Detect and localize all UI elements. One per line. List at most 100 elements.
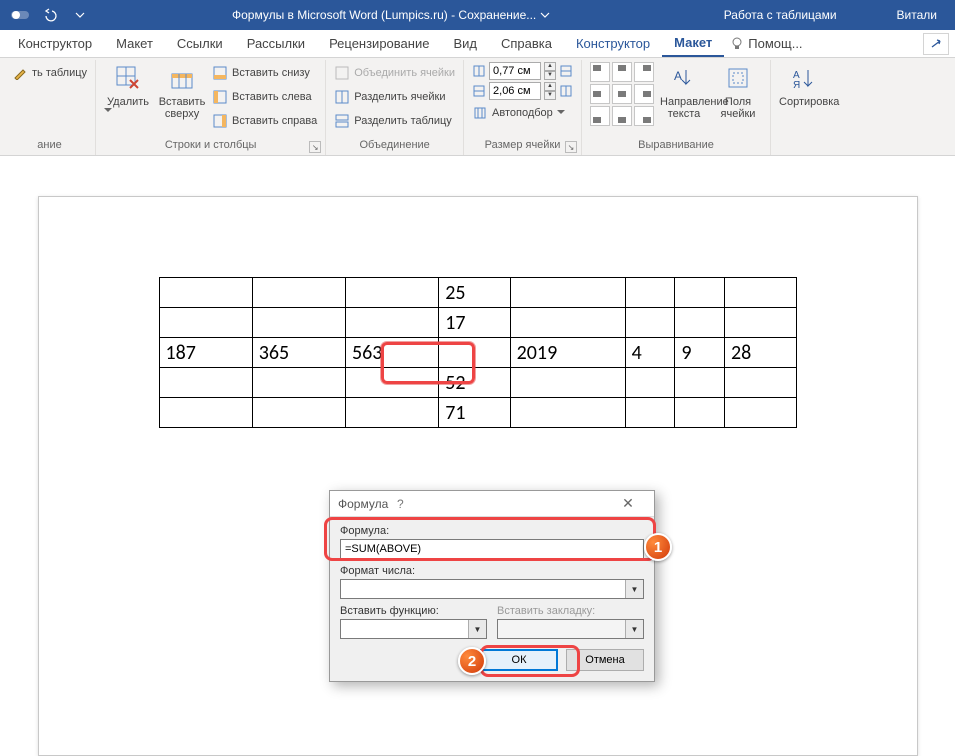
alignment-grid[interactable] xyxy=(590,62,654,126)
user-name[interactable]: Витали xyxy=(897,8,937,22)
table-cell[interactable] xyxy=(345,278,438,308)
number-format-combo[interactable]: ▼ xyxy=(340,579,644,599)
tab-mailings[interactable]: Рассылки xyxy=(235,30,317,57)
table-cell[interactable] xyxy=(439,338,510,368)
split-table-button[interactable]: Разделить таблицу xyxy=(334,110,455,132)
table-cell[interactable]: 71 xyxy=(439,398,510,428)
table-cell[interactable] xyxy=(510,398,625,428)
table-cell[interactable] xyxy=(159,308,252,338)
align-top-right[interactable] xyxy=(634,62,654,82)
table-cell[interactable]: 28 xyxy=(725,338,797,368)
spinner[interactable]: ▲▼ xyxy=(544,62,556,80)
table-cell[interactable] xyxy=(510,278,625,308)
table-cell[interactable]: 4 xyxy=(625,338,675,368)
table-cell[interactable] xyxy=(252,398,345,428)
table-cell[interactable] xyxy=(252,308,345,338)
table-cell[interactable]: 187 xyxy=(159,338,252,368)
row-height-control[interactable]: ▲▼ xyxy=(472,62,573,80)
split-cells-button[interactable]: Разделить ячейки xyxy=(334,86,455,108)
tab-constructor[interactable]: Конструктор xyxy=(6,30,104,57)
table-cell[interactable] xyxy=(725,308,797,338)
tab-table-constructor[interactable]: Конструктор xyxy=(564,30,662,57)
table-cell[interactable] xyxy=(625,278,675,308)
table-cell[interactable] xyxy=(675,308,725,338)
chevron-down-icon: ▼ xyxy=(625,620,643,638)
word-table[interactable]: 2517 187365563 20194928 5271 xyxy=(159,277,797,428)
table-cell[interactable]: 17 xyxy=(439,308,510,338)
tab-table-layout[interactable]: Макет xyxy=(662,30,724,57)
undo-button[interactable] xyxy=(38,4,62,26)
merge-cells-button[interactable]: Объединить ячейки xyxy=(334,62,455,84)
formula-input[interactable] xyxy=(340,539,644,559)
row-height-input[interactable] xyxy=(489,62,541,80)
table-cell[interactable]: 563 xyxy=(345,338,438,368)
table-cell[interactable] xyxy=(252,278,345,308)
table-cell[interactable] xyxy=(345,368,438,398)
draw-table-button[interactable]: ть таблицу xyxy=(12,62,87,84)
autosave-toggle[interactable] xyxy=(8,4,32,26)
distribute-cols-icon[interactable] xyxy=(559,84,573,98)
tab-help[interactable]: Справка xyxy=(489,30,564,57)
table-cell[interactable] xyxy=(725,368,797,398)
table-cell[interactable]: 52 xyxy=(439,368,510,398)
autofit-button[interactable]: Автоподбор xyxy=(472,102,573,124)
spinner[interactable]: ▲▼ xyxy=(544,82,556,100)
table-cell[interactable] xyxy=(625,308,675,338)
qat-customize-icon[interactable] xyxy=(68,4,92,26)
insert-below-button[interactable]: Вставить снизу xyxy=(212,62,317,84)
table-cell[interactable] xyxy=(675,398,725,428)
row-height-icon xyxy=(472,64,486,78)
table-cell[interactable] xyxy=(675,278,725,308)
table-cell[interactable] xyxy=(725,278,797,308)
distribute-rows-icon[interactable] xyxy=(559,64,573,78)
table-cell[interactable] xyxy=(510,308,625,338)
align-bot-center[interactable] xyxy=(612,106,632,126)
ok-button[interactable]: ОК xyxy=(480,649,558,671)
delete-button[interactable]: Удалить xyxy=(104,62,152,114)
text-direction-button[interactable]: A Направление текста xyxy=(660,62,708,120)
col-width-input[interactable] xyxy=(489,82,541,100)
table-cell[interactable]: 9 xyxy=(675,338,725,368)
align-bot-right[interactable] xyxy=(634,106,654,126)
tab-view[interactable]: Вид xyxy=(441,30,489,57)
table-cell[interactable] xyxy=(675,368,725,398)
chevron-down-icon[interactable] xyxy=(540,10,550,20)
share-button[interactable] xyxy=(923,33,949,55)
tell-me[interactable]: Помощ... xyxy=(730,36,802,51)
cell-margins-button[interactable]: Поля ячейки xyxy=(714,62,762,120)
table-cell[interactable]: 365 xyxy=(252,338,345,368)
insert-function-combo[interactable]: ▼ xyxy=(340,619,487,639)
dialog-titlebar[interactable]: Формула ? ✕ xyxy=(330,491,654,517)
dialog-launcher-icon[interactable]: ↘ xyxy=(565,141,577,153)
table-cell[interactable] xyxy=(625,398,675,428)
align-mid-left[interactable] xyxy=(590,84,610,104)
table-cell[interactable] xyxy=(510,368,625,398)
dialog-close-button[interactable]: ✕ xyxy=(610,495,646,512)
table-cell[interactable]: 25 xyxy=(439,278,510,308)
align-bot-left[interactable] xyxy=(590,106,610,126)
table-cell[interactable] xyxy=(252,368,345,398)
insert-left-button[interactable]: Вставить слева xyxy=(212,86,317,108)
insert-above-button[interactable]: Вставить сверху xyxy=(158,62,206,120)
table-cell[interactable] xyxy=(345,398,438,428)
table-cell[interactable] xyxy=(159,368,252,398)
table-cell[interactable] xyxy=(725,398,797,428)
cancel-button[interactable]: Отмена xyxy=(566,649,644,671)
table-cell[interactable] xyxy=(345,308,438,338)
align-top-center[interactable] xyxy=(612,62,632,82)
sort-button[interactable]: АЯ Сортировка xyxy=(779,62,827,108)
tab-layout[interactable]: Макет xyxy=(104,30,165,57)
tab-review[interactable]: Рецензирование xyxy=(317,30,441,57)
tab-references[interactable]: Ссылки xyxy=(165,30,235,57)
dialog-help-button[interactable]: ? xyxy=(388,497,412,511)
align-mid-right[interactable] xyxy=(634,84,654,104)
table-cell[interactable]: 2019 xyxy=(510,338,625,368)
dialog-launcher-icon[interactable]: ↘ xyxy=(309,141,321,153)
insert-right-button[interactable]: Вставить справа xyxy=(212,110,317,132)
table-cell[interactable] xyxy=(159,278,252,308)
align-top-left[interactable] xyxy=(590,62,610,82)
table-cell[interactable] xyxy=(159,398,252,428)
col-width-control[interactable]: ▲▼ xyxy=(472,82,573,100)
table-cell[interactable] xyxy=(625,368,675,398)
align-mid-center[interactable] xyxy=(612,84,632,104)
